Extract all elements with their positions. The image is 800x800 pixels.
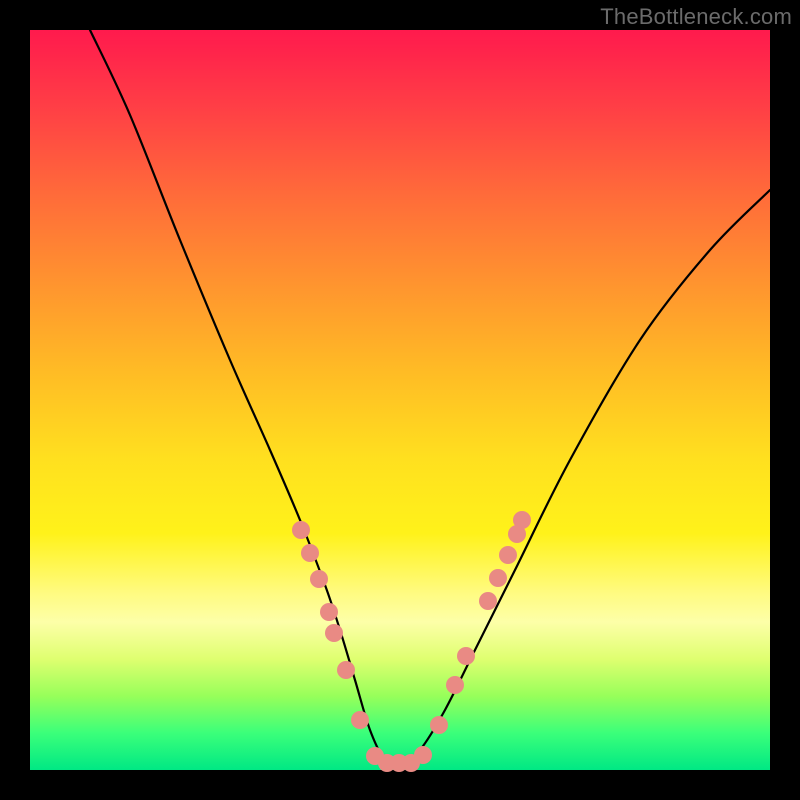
highlight-dot: [446, 676, 464, 694]
plot-area: [30, 30, 770, 770]
highlight-dot: [310, 570, 328, 588]
highlight-dot: [489, 569, 507, 587]
bottleneck-curve: [90, 30, 770, 766]
watermark-text: TheBottleneck.com: [600, 4, 792, 30]
curve-layer: [30, 30, 770, 770]
highlight-dot: [301, 544, 319, 562]
highlight-dot: [479, 592, 497, 610]
highlight-dot: [320, 603, 338, 621]
chart-frame: TheBottleneck.com: [0, 0, 800, 800]
highlight-dot: [499, 546, 517, 564]
highlight-dot: [292, 521, 310, 539]
highlight-dot: [430, 716, 448, 734]
highlight-dot: [325, 624, 343, 642]
highlight-dot: [457, 647, 475, 665]
highlight-dot: [351, 711, 369, 729]
highlight-dots-group: [292, 511, 531, 772]
highlight-dot: [414, 746, 432, 764]
highlight-dot: [337, 661, 355, 679]
highlight-dot: [513, 511, 531, 529]
